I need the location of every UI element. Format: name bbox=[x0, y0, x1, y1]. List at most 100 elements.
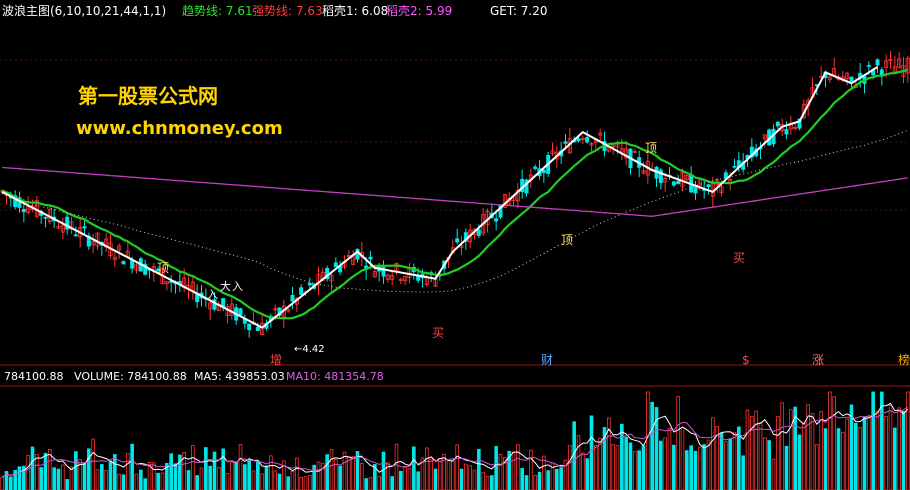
volume-bar bbox=[693, 450, 698, 490]
volume-bar bbox=[611, 444, 615, 490]
volume-bar bbox=[399, 470, 403, 490]
volume-bar bbox=[533, 474, 537, 490]
volume-truncated: 784100.88 bbox=[4, 370, 64, 383]
volume-bar bbox=[845, 418, 849, 490]
volume-bar bbox=[238, 444, 243, 490]
candle-body bbox=[476, 229, 481, 236]
volume-bar bbox=[719, 433, 724, 490]
volume-bar bbox=[663, 437, 667, 490]
volume-bar bbox=[689, 445, 693, 490]
volume-bar bbox=[199, 467, 204, 490]
volume-bar bbox=[299, 477, 303, 490]
candle-body bbox=[238, 308, 243, 316]
volume-bar bbox=[555, 468, 559, 490]
bottom-label: 买 bbox=[733, 251, 745, 265]
volume-bar bbox=[862, 416, 867, 490]
volume-bar bbox=[30, 446, 35, 490]
volume-bar bbox=[754, 410, 758, 490]
signal-dollar: $ bbox=[742, 353, 750, 367]
volume-bar bbox=[637, 450, 641, 490]
volume-bar bbox=[529, 449, 533, 490]
volume-bar bbox=[186, 470, 191, 490]
volume-bar bbox=[286, 476, 290, 490]
volume-bar bbox=[763, 437, 767, 490]
volume-bar bbox=[676, 396, 680, 490]
volume-bar bbox=[585, 458, 589, 490]
candle-body bbox=[247, 323, 252, 331]
volume-bar bbox=[69, 466, 74, 490]
volume-bar bbox=[732, 432, 737, 490]
candle-body bbox=[676, 180, 681, 185]
volume-bar bbox=[360, 463, 364, 490]
volume-bar bbox=[277, 473, 282, 490]
volume-bar bbox=[667, 427, 672, 490]
volume-bar bbox=[823, 428, 828, 490]
candle-body bbox=[706, 184, 711, 188]
volume-bar bbox=[741, 455, 745, 490]
volume-bar bbox=[225, 473, 230, 490]
volume-bar bbox=[490, 475, 494, 490]
volume-bar bbox=[338, 465, 342, 490]
candle-body bbox=[693, 186, 698, 194]
volume-bar bbox=[641, 445, 646, 490]
volume-bar bbox=[810, 413, 815, 490]
volume-bar bbox=[43, 452, 48, 490]
volume-bar bbox=[35, 454, 39, 490]
watermark-url: www.chnmoney.com bbox=[76, 118, 283, 139]
signal-board: 榜 bbox=[898, 352, 910, 367]
volume-bar bbox=[364, 478, 368, 490]
volume-bar bbox=[659, 440, 663, 490]
volume-bar bbox=[212, 451, 217, 490]
volume-bar bbox=[312, 464, 316, 490]
volume-bar bbox=[195, 475, 199, 490]
volume-bar bbox=[706, 439, 711, 490]
volume-bar bbox=[598, 438, 602, 490]
volume-bar bbox=[308, 475, 312, 490]
volume-bar bbox=[767, 440, 771, 490]
candle-body bbox=[333, 262, 338, 268]
candle-body bbox=[299, 287, 304, 295]
volume-bar bbox=[303, 476, 308, 490]
candle-body bbox=[21, 208, 26, 213]
candle-body bbox=[455, 238, 460, 243]
volume-bar bbox=[875, 410, 880, 490]
volume-bar bbox=[65, 479, 69, 490]
volume-bar bbox=[524, 475, 529, 490]
volume-bar bbox=[325, 454, 329, 490]
candle-body bbox=[494, 218, 499, 222]
volume-bar bbox=[82, 462, 87, 490]
volume-bar bbox=[594, 445, 598, 490]
volume-bar bbox=[381, 451, 386, 490]
volume-bar bbox=[901, 410, 906, 490]
volume-bar bbox=[628, 442, 633, 490]
volume-bar bbox=[425, 447, 429, 490]
candle-body bbox=[784, 129, 789, 135]
volume-bar bbox=[156, 472, 160, 490]
price-chart[interactable]: 顶顶顶买买←4.42入大 入增财 $ 涨榜 bbox=[0, 0, 910, 490]
volume-bar bbox=[455, 444, 459, 490]
volume-ma10: MA10: 481354.78 bbox=[286, 370, 384, 383]
volume-bar bbox=[221, 448, 225, 490]
volume-bar bbox=[815, 444, 819, 490]
signal-increase: 增 bbox=[270, 353, 282, 367]
candle-body bbox=[368, 256, 373, 260]
volume-ma5: MA5: 439853.03 bbox=[194, 370, 285, 383]
top-label: 顶 bbox=[645, 141, 657, 155]
volume-bar bbox=[884, 416, 888, 490]
volume-bar bbox=[134, 473, 139, 490]
volume-bar bbox=[858, 427, 862, 490]
candle-body bbox=[195, 294, 200, 303]
arrow-label: 大 bbox=[220, 279, 231, 293]
candle-body bbox=[290, 295, 295, 302]
signal-rise: 涨 bbox=[812, 352, 824, 367]
volume-bar bbox=[685, 450, 689, 490]
volume-bar bbox=[433, 468, 438, 490]
volume-bar bbox=[160, 472, 165, 490]
volume-bar bbox=[260, 473, 264, 490]
volume-bar bbox=[256, 460, 260, 490]
volume-bar bbox=[290, 471, 295, 490]
volume-bar bbox=[841, 431, 845, 490]
volume-bar bbox=[191, 445, 195, 490]
top-label: 顶 bbox=[157, 261, 169, 275]
volume-bar bbox=[871, 391, 875, 490]
